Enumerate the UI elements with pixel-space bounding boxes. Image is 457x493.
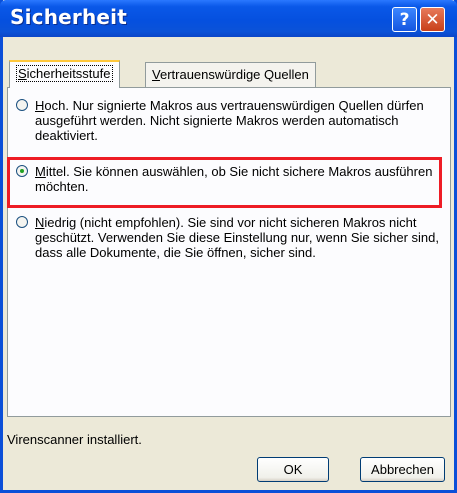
ok-button[interactable]: OK	[257, 457, 329, 482]
accesskey: H	[35, 98, 45, 113]
tab-label: ertrauenswürdige Quellen	[159, 67, 309, 82]
accesskey: N	[35, 215, 45, 230]
close-button[interactable]: ✕	[420, 7, 445, 32]
accesskey: M	[35, 164, 46, 179]
tab-label-focus: Sicherheitsstufe	[16, 65, 113, 82]
option-text: och. Nur signierte Makros aus vertrauens…	[35, 98, 424, 143]
option-text: ittel. Sie können auswählen, ob Sie nich…	[35, 164, 433, 194]
option-mittel-label: Mittel. Sie können auswählen, ob Sie nic…	[35, 164, 440, 194]
window-title: Sicherheit	[10, 5, 127, 29]
help-button[interactable]: ?	[392, 7, 417, 32]
status-text: Virenscanner installiert.	[7, 432, 142, 447]
security-dialog: Sicherheit ? ✕ Sicherheitsstufe Vertraue…	[0, 0, 457, 493]
option-text: iedrig (nicht empfohlen). Sie sind vor n…	[35, 215, 439, 260]
option-hoch-label: Hoch. Nur signierte Makros aus vertrauen…	[35, 98, 440, 143]
radio-mittel[interactable]	[16, 165, 28, 177]
tab-label: icherheitsstufe	[26, 66, 111, 81]
option-niedrig-label: Niedrig (nicht empfohlen). Sie sind vor …	[35, 215, 440, 260]
title-bar[interactable]: Sicherheit ? ✕	[0, 0, 457, 37]
tab-vertrauenswuerdige-quellen[interactable]: Vertrauenswürdige Quellen	[145, 62, 316, 87]
cancel-button[interactable]: Abbrechen	[360, 457, 445, 482]
tab-label-accesskey: S	[18, 66, 27, 81]
radio-niedrig[interactable]	[16, 216, 28, 228]
security-level-panel: Hoch. Nur signierte Makros aus vertrauen…	[7, 87, 451, 417]
radio-hoch[interactable]	[16, 99, 28, 111]
tab-sicherheitsstufe[interactable]: Sicherheitsstufe	[9, 60, 120, 88]
tab-label-accesskey: V	[152, 67, 160, 82]
